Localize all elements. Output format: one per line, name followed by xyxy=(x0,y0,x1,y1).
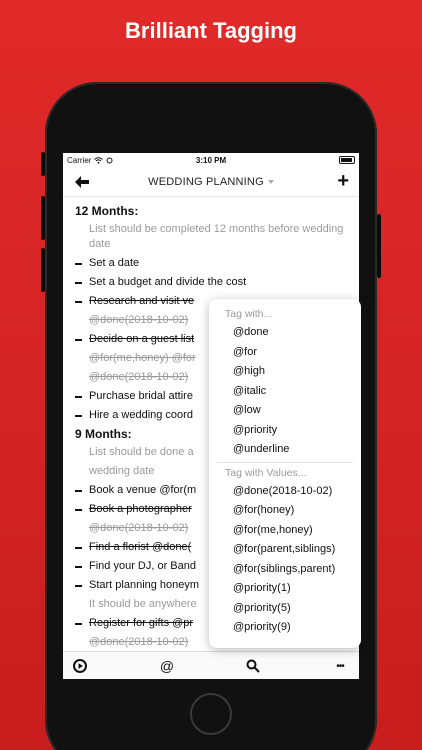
section-heading[interactable]: 12 Months: xyxy=(75,204,349,219)
phone-volume-up xyxy=(41,196,45,240)
play-button[interactable] xyxy=(71,657,89,675)
phone-power-button xyxy=(377,214,381,278)
tag-with-values-header: Tag with Values... xyxy=(225,466,307,479)
tag-value-menu-item[interactable]: @for(siblings,parent) xyxy=(209,560,361,580)
search-icon xyxy=(246,659,260,673)
tag-menu-item[interactable]: @priority xyxy=(209,421,361,441)
menu-divider xyxy=(217,461,353,463)
status-time: 3:10 PM xyxy=(195,155,227,165)
document-title-menu[interactable]: WEDDING PLANNING xyxy=(148,176,274,188)
tag-value-menu-item[interactable]: @done(2018-10-02) xyxy=(209,482,361,502)
phone-mute-switch xyxy=(41,152,45,176)
back-arrow-icon[interactable] xyxy=(73,173,91,191)
battery-icon xyxy=(339,156,355,164)
tag-value-menu-item[interactable]: @priority(5) xyxy=(209,599,361,619)
more-button[interactable]: ••• xyxy=(331,657,349,675)
play-circle-icon xyxy=(73,659,87,673)
status-bar: Carrier 3:10 PM xyxy=(63,153,359,167)
more-dots-icon: ••• xyxy=(336,660,344,672)
search-button[interactable] xyxy=(244,657,262,675)
bottom-toolbar: @ ••• xyxy=(63,651,359,679)
tag-popup-menu: Tag with... @done @for @high @italic @low @pr… xyxy=(209,299,361,648)
tag-value-menu-item[interactable]: @for(honey) xyxy=(209,501,361,521)
tag-menu-item[interactable]: @for xyxy=(209,343,361,363)
tag-value-menu-item[interactable]: @for(parent,siblings) xyxy=(209,540,361,560)
tag-menu-item[interactable]: @italic xyxy=(209,382,361,402)
nav-bar: WEDDING PLANNING + xyxy=(63,167,359,197)
phone-volume-down xyxy=(41,248,45,292)
chevron-down-icon xyxy=(267,180,274,184)
task-item[interactable]: Set a budget and divide the cost xyxy=(75,275,349,290)
tag-menu-item[interactable]: @high xyxy=(209,362,361,382)
tag-with-header: Tag with... xyxy=(225,308,273,320)
at-sign-icon: @ xyxy=(159,658,175,674)
tag-value-menu-item[interactable]: @for(me,honey) xyxy=(209,521,361,541)
add-item-button[interactable]: + xyxy=(337,171,349,191)
headline: Brilliant Tagging xyxy=(125,18,297,43)
tag-value-list: @done(2018-10-02) @for(honey) @for(me,hone… xyxy=(209,482,361,638)
task-item[interactable]: Set a date xyxy=(75,256,349,271)
tag-list: @done @for @high @italic @low @priority @under… xyxy=(209,323,361,460)
tag-value-menu-item[interactable]: @priority(9) xyxy=(209,618,361,638)
home-button[interactable] xyxy=(190,693,232,735)
tag-menu-item[interactable]: @low xyxy=(209,401,361,421)
tag-value-menu-item[interactable]: @priority(1) xyxy=(209,579,361,599)
document-title: WEDDING PLANNING xyxy=(148,175,264,188)
note-item[interactable]: List should be completed 12 months befor… xyxy=(75,222,349,252)
tag-menu-item[interactable]: @underline xyxy=(209,440,361,460)
tag-button[interactable]: @ xyxy=(158,657,176,675)
tag-menu-item[interactable]: @done xyxy=(209,323,361,343)
